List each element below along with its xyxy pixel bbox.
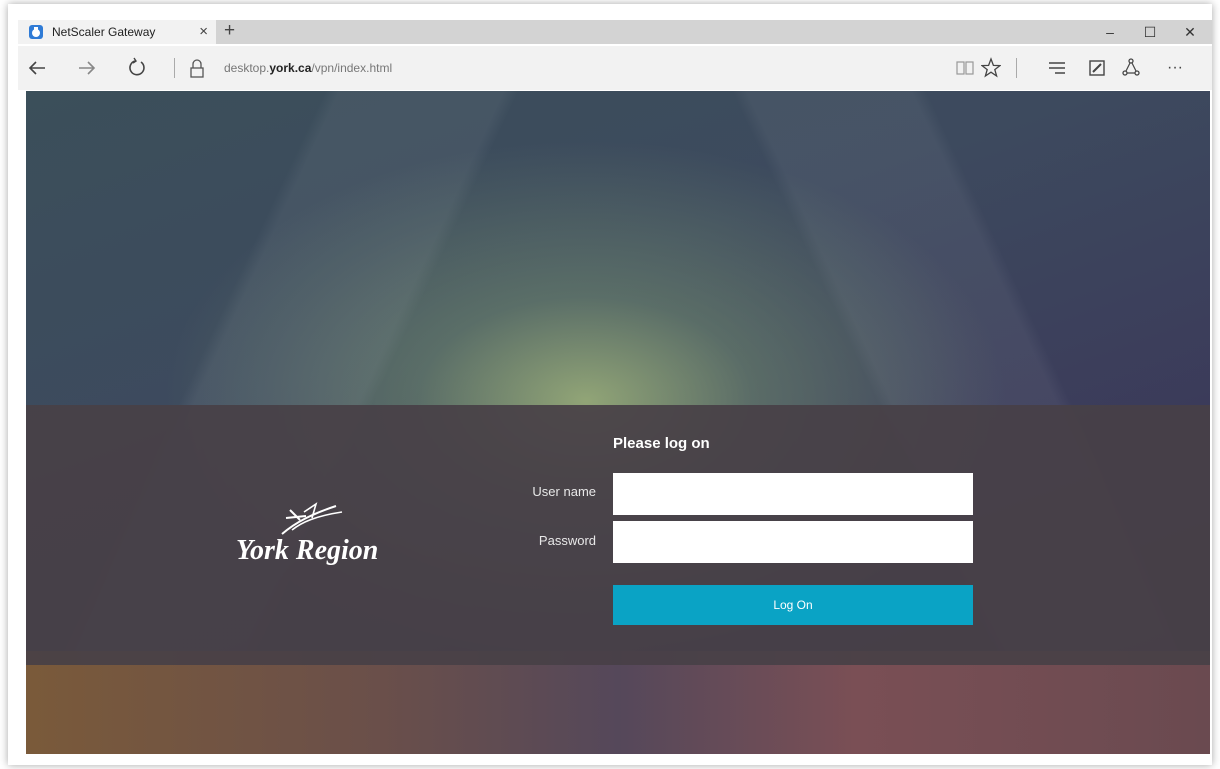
password-input[interactable] xyxy=(613,521,973,563)
minimize-icon[interactable]: – xyxy=(1090,20,1130,44)
login-panel: York Region Please log on User name Pass… xyxy=(26,405,1210,665)
refresh-icon[interactable] xyxy=(122,46,152,90)
background-bottom xyxy=(26,651,1210,754)
netscaler-favicon-icon xyxy=(29,25,43,39)
web-note-icon[interactable] xyxy=(1084,46,1110,90)
lock-icon xyxy=(182,46,212,90)
url-field[interactable]: desktop.york.ca/vpn/index.html xyxy=(224,46,392,90)
username-input[interactable] xyxy=(613,473,973,515)
maximize-icon[interactable]: ☐ xyxy=(1130,20,1170,44)
york-region-logo: York Region xyxy=(236,500,406,580)
browser-tab[interactable]: NetScaler Gateway × xyxy=(18,20,216,44)
login-title: Please log on xyxy=(613,435,710,452)
url-prefix: desktop. xyxy=(224,61,270,75)
logo-text: York Region xyxy=(236,535,379,566)
back-arrow-icon[interactable] xyxy=(22,46,52,90)
url-path: /vpn/index.html xyxy=(311,61,393,75)
tab-title: NetScaler Gateway xyxy=(52,25,156,39)
separator xyxy=(1016,58,1017,78)
close-window-icon[interactable]: ✕ xyxy=(1170,20,1210,44)
reading-view-icon[interactable] xyxy=(952,46,978,90)
page-content: York Region Please log on User name Pass… xyxy=(26,91,1210,754)
new-tab-icon[interactable]: + xyxy=(224,20,235,42)
york-region-logo-icon xyxy=(281,502,343,535)
log-on-button[interactable]: Log On xyxy=(613,585,973,625)
password-label: Password xyxy=(538,533,596,548)
favorite-star-icon[interactable] xyxy=(978,46,1004,90)
tab-bar: NetScaler Gateway × + – ☐ ✕ xyxy=(18,20,1212,44)
forward-arrow-icon[interactable] xyxy=(72,46,102,90)
address-bar-row: desktop.york.ca/vpn/index.html ··· xyxy=(18,46,1212,90)
username-label: User name xyxy=(532,484,596,499)
url-domain: york.ca xyxy=(269,61,312,75)
hub-icon[interactable] xyxy=(1044,46,1070,90)
more-icon[interactable]: ··· xyxy=(1158,46,1192,90)
tab-close-icon[interactable]: × xyxy=(199,23,208,40)
separator xyxy=(174,58,175,78)
share-icon[interactable] xyxy=(1118,46,1144,90)
